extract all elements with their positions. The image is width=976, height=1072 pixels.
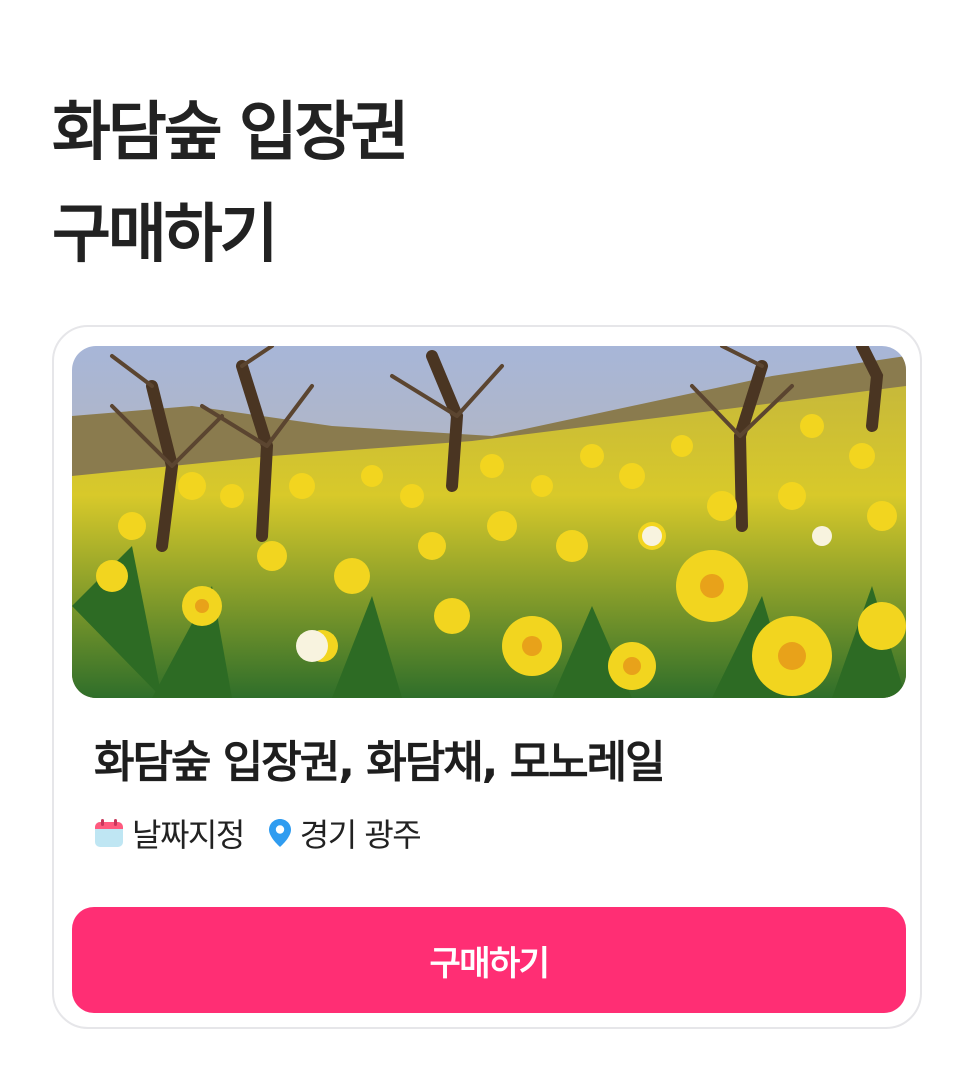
date-type-label: 날짜지정 <box>132 816 245 854</box>
date-type-info: 날짜지정 <box>94 810 245 856</box>
page-title: 화담숲 입장권 구매하기 <box>52 82 410 286</box>
product-meta: 날짜지정 경기 광주 <box>94 810 422 856</box>
buy-button[interactable]: 구매하기 <box>72 907 906 1013</box>
map-pin-icon <box>268 819 291 847</box>
product-card[interactable]: 화담숲 입장권, 화담채, 모노레일 날짜지정 경기 광주 구매하기 <box>52 325 922 1029</box>
page-title-line-1: 화담숲 입장권 <box>52 96 410 170</box>
calendar-icon <box>95 819 123 847</box>
product-name: 화담숲 입장권, 화담채, 모노레일 <box>94 737 666 788</box>
location-label: 경기 광주 <box>299 816 422 854</box>
page-title-line-2: 구매하기 <box>52 198 279 272</box>
location-info: 경기 광주 <box>268 810 422 856</box>
product-image <box>72 346 906 698</box>
